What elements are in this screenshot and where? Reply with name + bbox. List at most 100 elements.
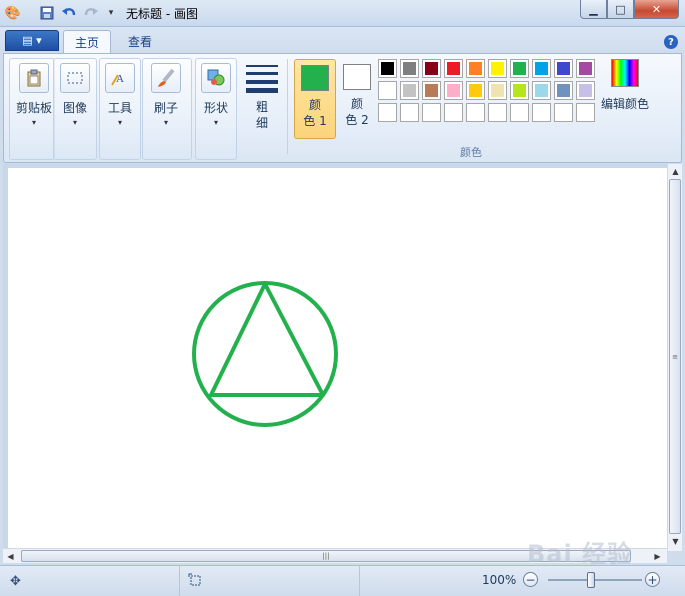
watermark: Bai 经验 (527, 540, 633, 568)
palette-custom-cell[interactable] (378, 103, 397, 122)
color-2-button[interactable]: 颜 色 2 (336, 59, 378, 139)
drawn-triangle (209, 282, 325, 397)
customize-toolbar-icon[interactable]: ▾ (102, 4, 120, 22)
minimize-button[interactable]: ▁ (580, 0, 607, 19)
palette-custom-cell[interactable] (444, 103, 463, 122)
app-menu-icon: ▤ ▾ (22, 34, 42, 47)
save-icon[interactable] (38, 4, 56, 22)
chevron-down-icon: ▾ (32, 118, 37, 127)
palette-color-cell[interactable] (400, 81, 419, 100)
palette-color-swatch (535, 62, 548, 75)
pencil-text-icon: A (105, 63, 135, 93)
colors-group-caption: 颜色 (460, 146, 482, 159)
app-menu-button[interactable]: ▤ ▾ (5, 30, 59, 51)
tools-button[interactable]: A 工具 ▾ (105, 63, 135, 127)
palette-custom-cell[interactable] (488, 103, 507, 122)
palette-color-cell[interactable] (422, 81, 441, 100)
palette-color-cell[interactable] (576, 81, 595, 100)
shapes-button[interactable]: 形状 ▾ (201, 63, 231, 127)
palette-color-swatch (557, 84, 570, 97)
clipboard-button[interactable]: 剪贴板 ▾ (16, 63, 52, 127)
chevron-down-icon: ▾ (72, 118, 77, 127)
tab-view[interactable]: 查看 (116, 30, 164, 53)
palette-color-cell[interactable] (554, 81, 573, 100)
palette-color-swatch (403, 84, 416, 97)
redo-icon[interactable] (82, 4, 100, 22)
zoom-out-button[interactable]: − (523, 572, 538, 587)
palette-color-swatch (579, 84, 592, 97)
palette-color-swatch (381, 62, 394, 75)
close-button[interactable]: ✕ (634, 0, 679, 19)
palette-color-cell[interactable] (444, 81, 463, 100)
palette-custom-cell[interactable] (466, 103, 485, 122)
vertical-scrollbar[interactable]: ▲ ≡ ▼ (667, 164, 682, 551)
tools-label: 工具 (107, 101, 132, 115)
palette-color-cell[interactable] (466, 81, 485, 100)
palette-color-swatch (579, 62, 592, 75)
select-icon (60, 63, 90, 93)
shapes-icon (201, 63, 231, 93)
brushes-button[interactable]: 刷子 ▾ (151, 63, 181, 127)
vertical-scroll-thumb[interactable]: ≡ (669, 179, 681, 534)
drawn-circle (192, 281, 338, 427)
palette-color-cell[interactable] (532, 81, 551, 100)
color-2-label: 颜 色 2 (345, 97, 369, 127)
scroll-left-arrow-icon[interactable]: ◀ (3, 549, 18, 564)
size-button[interactable]: 粗 细 (242, 63, 282, 131)
zoom-slider-track[interactable] (548, 579, 642, 581)
tools-group: A 工具 ▾ (99, 58, 141, 160)
palette-custom-cell[interactable] (576, 103, 595, 122)
palette-color-cell[interactable] (488, 59, 507, 78)
clipboard-icon (19, 63, 49, 93)
palette-color-cell[interactable] (400, 59, 419, 78)
move-cursor-icon: ✥ (10, 573, 21, 589)
palette-color-cell[interactable] (466, 59, 485, 78)
zoom-slider-thumb[interactable] (587, 572, 595, 588)
palette-color-swatch (469, 62, 482, 75)
brushes-group: 刷子 ▾ (142, 58, 192, 160)
paint-app-icon[interactable]: 🎨 (4, 4, 22, 22)
palette-color-cell[interactable] (554, 59, 573, 78)
color-1-button[interactable]: 颜 色 1 (294, 59, 336, 139)
palette-color-cell[interactable] (510, 81, 529, 100)
color-1-swatch (301, 65, 329, 91)
brush-icon (151, 63, 181, 93)
title-bar: 🎨 ▾ 无标题 - 画图 ▁ □ ✕ (0, 0, 685, 27)
scroll-down-arrow-icon[interactable]: ▼ (668, 534, 683, 549)
help-icon[interactable]: ? (664, 35, 678, 49)
palette-custom-cell[interactable] (532, 103, 551, 122)
palette-color-cell[interactable] (576, 59, 595, 78)
palette-color-cell[interactable] (422, 59, 441, 78)
scroll-right-arrow-icon[interactable]: ▶ (650, 549, 665, 564)
palette-custom-cell[interactable] (510, 103, 529, 122)
palette-color-cell[interactable] (488, 81, 507, 100)
clipboard-group: 剪贴板 ▾ (9, 58, 55, 160)
scroll-up-arrow-icon[interactable]: ▲ (668, 164, 683, 179)
workspace (3, 164, 667, 551)
palette-color-cell[interactable] (378, 81, 397, 100)
palette-color-swatch (469, 84, 482, 97)
status-bar: ✥ 100% − + (0, 565, 685, 596)
palette-custom-cell[interactable] (554, 103, 573, 122)
window-title: 无标题 - 画图 (126, 7, 198, 21)
ribbon-home: 剪贴板 ▾ 图像 ▾ A 工具 ▾ 刷子 ▾ 形状 ▾ 粗 细 颜 色 1 颜 … (3, 53, 682, 163)
tab-home[interactable]: 主页 (63, 30, 111, 53)
maximize-button[interactable]: □ (607, 0, 634, 19)
palette-custom-cell[interactable] (400, 103, 419, 122)
palette-color-swatch (535, 84, 548, 97)
palette-color-cell[interactable] (510, 59, 529, 78)
palette-custom-cell[interactable] (422, 103, 441, 122)
palette-color-cell[interactable] (444, 59, 463, 78)
ribbon-divider (287, 59, 288, 154)
palette-color-cell[interactable] (532, 59, 551, 78)
edit-colors-label: 编辑颜色 (600, 97, 649, 111)
palette-color-swatch (425, 62, 438, 75)
edit-colors-button[interactable]: 编辑颜色 (600, 59, 650, 112)
color-2-swatch (343, 64, 371, 90)
image-button[interactable]: 图像 ▾ (60, 63, 90, 127)
image-group: 图像 ▾ (53, 58, 97, 160)
undo-icon[interactable] (60, 4, 78, 22)
zoom-in-button[interactable]: + (645, 572, 660, 587)
palette-color-cell[interactable] (378, 59, 397, 78)
drawing-canvas[interactable] (8, 168, 667, 551)
